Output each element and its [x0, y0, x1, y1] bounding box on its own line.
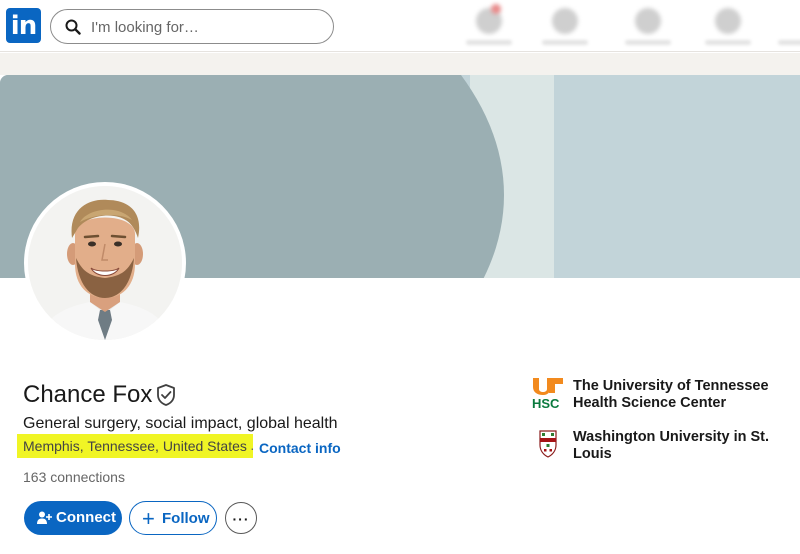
nav-item-icon[interactable] — [552, 8, 578, 34]
profile-location: Memphis, Tennessee, United States — [17, 434, 253, 458]
connections-count[interactable]: 163 connections — [23, 469, 125, 485]
profile-photo — [28, 186, 182, 340]
separator-dot: · — [250, 440, 255, 456]
search-input[interactable] — [91, 16, 321, 38]
follow-label: Follow — [162, 510, 210, 527]
nav-item-label — [778, 40, 800, 45]
add-person-icon — [37, 511, 52, 524]
contact-info-link[interactable]: Contact info — [259, 440, 341, 456]
more-dots-icon: ··· — [232, 511, 250, 527]
education-name: Washington University in St. Louis — [573, 429, 770, 462]
avatar[interactable] — [24, 182, 186, 344]
search-icon — [65, 19, 81, 35]
nav-item-icon[interactable] — [715, 8, 741, 34]
uthsc-logo-icon: HSC — [532, 378, 563, 409]
education-name: The University of Tennessee Health Scien… — [573, 378, 769, 411]
plus-icon: + — [142, 506, 155, 531]
nav-item-label — [466, 40, 512, 45]
nav-item-label — [705, 40, 751, 45]
follow-button[interactable]: + Follow — [129, 501, 217, 535]
page-background — [0, 53, 800, 75]
top-nav-bar: in — [0, 0, 800, 52]
shield-check-icon[interactable] — [155, 383, 177, 407]
more-actions-button[interactable]: ··· — [225, 502, 257, 534]
nav-item-icon[interactable] — [635, 8, 661, 34]
linkedin-logo[interactable]: in — [6, 8, 41, 43]
nav-item-label — [625, 40, 671, 45]
search-bar[interactable] — [50, 9, 334, 44]
connect-button[interactable]: Connect — [24, 501, 122, 535]
nav-item-label — [542, 40, 588, 45]
profile-headline: General surgery, social impact, global h… — [23, 415, 338, 432]
connect-label: Connect — [56, 509, 116, 526]
notification-badge — [491, 4, 501, 14]
profile-name: Chance Fox — [23, 381, 153, 408]
location-highlight: Memphis, Tennessee, United States — [17, 434, 253, 462]
washu-crest-icon — [539, 430, 557, 458]
svg-text:HSC: HSC — [532, 396, 560, 409]
